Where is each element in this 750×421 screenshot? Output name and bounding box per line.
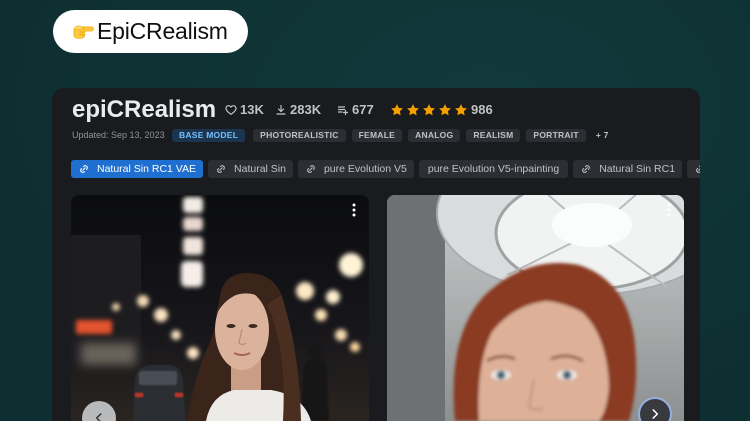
version-button-partial[interactable] (687, 160, 700, 178)
downloads-count: 283K (290, 102, 322, 117)
star-icon (455, 104, 467, 116)
neon-sign (76, 320, 112, 334)
model-title: epiCRealism (72, 96, 217, 123)
dome-portrait-photo (387, 195, 684, 421)
link-icon (696, 165, 700, 173)
version-label: Natural Sin RC1 VAE (97, 163, 197, 175)
tag-list: BASE MODEL PHOTOREALISTIC FEMALE ANALOG … (172, 129, 613, 142)
chevron-right-icon (652, 409, 659, 419)
dots-vertical-icon[interactable] (347, 202, 361, 218)
playlist-stat: 677 (337, 102, 374, 118)
playlist-count: 677 (352, 102, 374, 117)
updated-date: Updated: Sep 13, 2023 (72, 130, 165, 140)
title-pill: EpiCRealism (53, 10, 248, 53)
left-pupil (499, 373, 503, 377)
link-icon (217, 165, 225, 173)
base-model-badge: BASE MODEL (172, 129, 246, 142)
tag-badge[interactable]: PORTRAIT (526, 129, 586, 142)
version-label: Natural Sin (234, 163, 286, 175)
car (133, 365, 185, 421)
link-icon (307, 165, 315, 173)
star-icon (439, 104, 451, 116)
rating-stars[interactable] (390, 103, 468, 117)
version-button-natural-sin-rc1-vae[interactable]: Natural Sin RC1 VAE (71, 160, 204, 178)
right-pupil (565, 373, 569, 377)
version-button-natural-sin-rc1[interactable]: Natural Sin RC1 (573, 160, 683, 178)
version-label: Natural Sin RC1 (599, 163, 676, 175)
download-icon (276, 104, 286, 115)
right-eye (248, 324, 258, 328)
left-eye (226, 324, 236, 328)
tag-badge[interactable]: FEMALE (351, 129, 403, 142)
version-selector: Natural Sin RC1 VAE Natural Sin pure Evo… (71, 160, 700, 178)
version-label: pure Evolution V5-inpainting (427, 163, 560, 175)
gallery-image-street-portrait[interactable] (71, 195, 369, 421)
vertical-sign-lights (181, 197, 203, 287)
rating-count: 986 (471, 102, 493, 117)
link-icon (80, 165, 88, 173)
tag-badge[interactable]: PHOTOREALISTIC (253, 129, 346, 142)
left-wall (387, 195, 445, 421)
star-icon (391, 104, 403, 116)
star-icon (407, 104, 419, 116)
version-button-pure-evolution-v5[interactable]: pure Evolution V5 (297, 160, 414, 178)
likes-count: 13K (240, 102, 264, 117)
dots-vertical-icon[interactable] (662, 202, 676, 218)
tag-badge[interactable]: REALISM (466, 129, 521, 142)
page-title: EpiCRealism (97, 18, 228, 44)
star-icon (423, 104, 435, 116)
more-tags-button[interactable]: + 7 (592, 129, 613, 142)
chevron-left-icon (95, 413, 102, 421)
downloads-stat: 283K (275, 102, 321, 118)
link-icon (582, 165, 590, 173)
version-label: pure Evolution V5 (323, 163, 407, 175)
version-button-natural-sin[interactable]: Natural Sin (208, 160, 293, 178)
likes-stat[interactable]: 13K (225, 102, 264, 118)
page-background: EpiCRealism epiCRealism 13K 283K 677 986… (0, 0, 750, 421)
tag-badge[interactable]: ANALOG (408, 129, 461, 142)
gallery-image-red-hair-portrait[interactable] (387, 195, 684, 421)
version-button-pure-evolution-v5-inpainting[interactable]: pure Evolution V5-inpainting (418, 160, 569, 178)
heart-icon (225, 105, 237, 115)
pointing-right-hand-icon (73, 25, 94, 39)
playlist-add-icon (337, 106, 349, 116)
storefront-glow (81, 343, 136, 365)
street-night-photo (71, 195, 369, 421)
model-card: epiCRealism 13K 283K 677 986 Updated: Se… (52, 88, 700, 421)
